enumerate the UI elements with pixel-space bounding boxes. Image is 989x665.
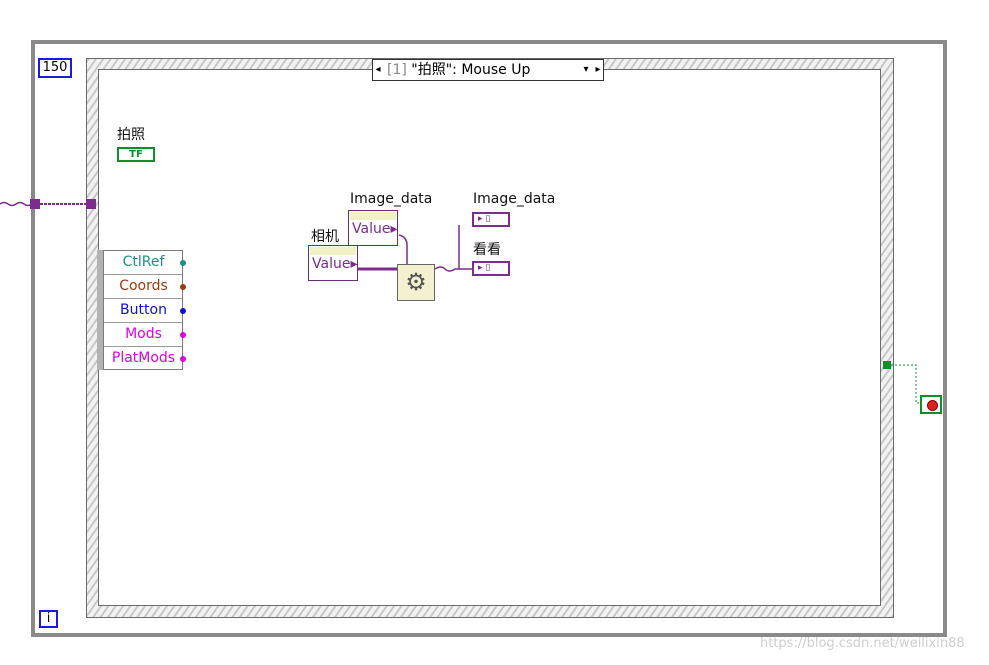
case-index: [1] xyxy=(387,62,407,78)
event-data-mods[interactable]: Mods xyxy=(104,323,183,347)
button-output-terminal[interactable] xyxy=(180,308,186,314)
image-data-indicator[interactable]: ▸ ▯ xyxy=(472,212,510,227)
case-name: "拍照": Mouse Up xyxy=(411,62,531,78)
loop-count-terminal[interactable]: 150 xyxy=(38,58,72,78)
stop-dot xyxy=(927,400,938,411)
property-node-header xyxy=(310,247,356,255)
camera-property-node[interactable]: Value▸ xyxy=(308,245,358,281)
property-node-header xyxy=(350,212,396,220)
event-data-button[interactable]: Button xyxy=(104,299,183,323)
stop-icon[interactable] xyxy=(920,395,942,414)
gear-save-icon[interactable]: ⚙ xyxy=(397,264,435,301)
left-input-wire xyxy=(0,199,96,209)
event-data-ctlref[interactable]: CtlRef xyxy=(104,251,183,275)
platmods-output-terminal[interactable] xyxy=(180,356,186,362)
mods-output-terminal[interactable] xyxy=(180,332,186,338)
ctlref-output-terminal[interactable] xyxy=(180,260,186,266)
event-data-coords[interactable]: Coords xyxy=(104,275,183,299)
kankan-indicator-label: 看看 xyxy=(473,242,501,258)
kankan-indicator[interactable]: ▸ ▯ xyxy=(472,261,510,276)
watermark: https://blog.csdn.net/weilixin88 xyxy=(760,636,965,651)
next-case-arrow-icon[interactable]: ▸ xyxy=(593,60,603,80)
dropdown-arrow-icon[interactable]: ▾ xyxy=(581,60,591,80)
event-case-label: [1] "拍照": Mouse Up xyxy=(387,60,530,80)
button-control-label: 拍照 xyxy=(117,127,145,143)
coords-output-terminal[interactable] xyxy=(180,284,186,290)
event-data-node-handle[interactable] xyxy=(97,250,104,370)
camera-property-label: 相机 xyxy=(311,229,339,245)
event-data-platmods[interactable]: PlatMods xyxy=(104,347,183,371)
prev-case-arrow-icon[interactable]: ◂ xyxy=(373,60,383,80)
image-data-indicator-label: Image_data xyxy=(473,191,556,207)
image-property-label: Image_data xyxy=(350,191,433,207)
camera-property-value[interactable]: Value▸ xyxy=(310,256,357,279)
event-case-selector[interactable]: ◂ [1] "拍照": Mouse Up ▾ ▸ xyxy=(372,59,604,81)
event-structure-diagram xyxy=(98,69,881,606)
boolean-terminal[interactable]: TF xyxy=(117,147,155,162)
image-data-wires xyxy=(358,225,473,272)
iteration-terminal: i xyxy=(39,610,58,628)
